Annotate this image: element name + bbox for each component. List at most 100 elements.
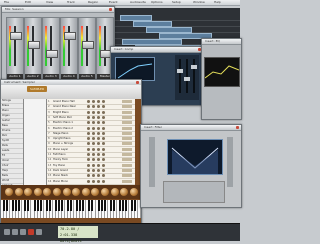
menu-item[interactable]: Edit [25, 0, 31, 4]
sampler-knob[interactable] [43, 188, 52, 196]
patch-volume[interactable] [122, 179, 132, 183]
patch-volume[interactable] [122, 105, 132, 109]
menu-item[interactable]: Region [88, 0, 98, 4]
patch-volume[interactable] [122, 131, 132, 135]
black-key[interactable] [24, 200, 27, 211]
sampler-knob[interactable] [5, 188, 13, 196]
play-button[interactable] [20, 229, 26, 235]
black-key[interactable] [67, 200, 70, 211]
filter-output-fader[interactable] [227, 137, 233, 187]
stop-button[interactable] [12, 229, 18, 235]
menu-item[interactable]: Help [214, 0, 221, 4]
menu-item[interactable]: Options [151, 0, 163, 4]
black-key[interactable] [15, 200, 18, 211]
black-key[interactable] [36, 200, 39, 211]
rewind-button[interactable] [4, 229, 10, 235]
black-key[interactable] [118, 200, 121, 211]
filter-controls[interactable] [163, 181, 225, 203]
sampler-knob[interactable] [110, 188, 119, 196]
black-key[interactable] [88, 200, 91, 211]
patch-row[interactable]: 16 Piano Mono [47, 179, 135, 185]
patch-volume[interactable] [122, 126, 132, 130]
menu-item[interactable]: Track [67, 0, 75, 4]
sampler-knob[interactable] [72, 188, 81, 196]
patch-volume[interactable] [122, 153, 132, 156]
black-key[interactable] [100, 200, 103, 211]
filter-titlebar[interactable]: Insert: Filter [141, 125, 241, 131]
black-key[interactable] [33, 200, 36, 211]
black-key[interactable] [70, 200, 73, 211]
black-key[interactable] [125, 200, 127, 211]
plugin-fader[interactable] [191, 59, 197, 93]
keyboard[interactable] [1, 200, 141, 218]
black-key[interactable] [54, 200, 57, 211]
sampler-knob[interactable] [101, 188, 109, 196]
patch-volume[interactable] [122, 121, 132, 125]
black-key[interactable] [45, 200, 48, 211]
patch-browser[interactable] [24, 99, 47, 185]
black-key[interactable] [48, 200, 51, 211]
fader-cap[interactable] [64, 32, 76, 40]
fader-cap[interactable] [82, 41, 94, 49]
black-key[interactable] [3, 200, 5, 211]
menu-item[interactable]: Setup [172, 0, 181, 4]
category-list[interactable]: Strings Brass Piano Organ Guitar Bass Drums Per… [1, 99, 24, 199]
black-key[interactable] [112, 200, 115, 211]
patch-volume[interactable] [122, 100, 132, 103]
patch-volume[interactable] [122, 115, 132, 119]
black-key[interactable] [76, 200, 79, 211]
black-key[interactable] [6, 200, 9, 211]
menu-item[interactable]: Audiosuite [130, 0, 146, 4]
loop-button[interactable] [36, 229, 42, 235]
menu-item[interactable]: File [4, 0, 9, 4]
sampler-knob[interactable] [62, 188, 71, 196]
black-key[interactable] [18, 200, 21, 211]
time-counter[interactable]: 70.2.80 / 2:01.338 Bars|Beats [58, 226, 98, 243]
black-key[interactable] [91, 200, 94, 211]
menu-item[interactable]: View [46, 0, 53, 4]
sampler-knob[interactable] [14, 188, 23, 196]
plugin-fader[interactable] [184, 59, 190, 93]
patch-volume[interactable] [122, 137, 132, 141]
patch-volume[interactable] [122, 168, 132, 172]
filter-input-fader[interactable] [149, 137, 155, 187]
black-key[interactable] [27, 200, 30, 211]
fader-cap[interactable] [28, 41, 40, 49]
patch-knobs[interactable] [87, 179, 107, 185]
close-icon[interactable] [109, 8, 112, 11]
patch-volume[interactable] [122, 163, 132, 167]
sampler-knob[interactable] [24, 188, 33, 196]
patch-volume[interactable] [122, 110, 132, 114]
black-key[interactable] [39, 200, 42, 211]
black-key[interactable] [82, 200, 85, 211]
sampler-knob[interactable] [91, 188, 100, 196]
fader-cap[interactable] [46, 50, 58, 58]
sampler-knob[interactable] [81, 188, 90, 196]
fader-cap[interactable] [10, 32, 22, 40]
patch-volume[interactable] [122, 147, 132, 151]
eq-graph[interactable] [204, 57, 240, 87]
patch-volume[interactable] [122, 174, 132, 178]
black-key[interactable] [121, 200, 124, 211]
black-key[interactable] [57, 200, 60, 211]
sampler-knob[interactable] [33, 188, 42, 196]
record-button[interactable] [28, 229, 34, 235]
black-key[interactable] [12, 200, 15, 211]
close-icon[interactable] [236, 126, 239, 129]
sampler-knob[interactable] [120, 188, 129, 196]
close-icon[interactable] [136, 81, 139, 84]
eq-titlebar[interactable]: Insert: EQ [202, 39, 241, 45]
black-key[interactable] [60, 200, 63, 211]
patch-list[interactable]: 1 Grand Piano Hall 2 Grand Piano Near 3 Brigh… [47, 99, 135, 185]
patch-volume[interactable] [122, 142, 132, 146]
black-key[interactable] [109, 200, 112, 211]
sampler-knob[interactable] [129, 188, 138, 196]
plugin-fader[interactable] [177, 59, 183, 93]
sampler-knob[interactable] [53, 188, 61, 196]
patch-volume[interactable] [122, 158, 132, 162]
filter-display[interactable] [167, 139, 223, 175]
menu-item[interactable]: Window [193, 0, 205, 4]
black-key[interactable] [79, 200, 82, 211]
black-key[interactable] [103, 200, 106, 211]
plugin-titlebar[interactable]: Insert: Comp [111, 47, 203, 53]
